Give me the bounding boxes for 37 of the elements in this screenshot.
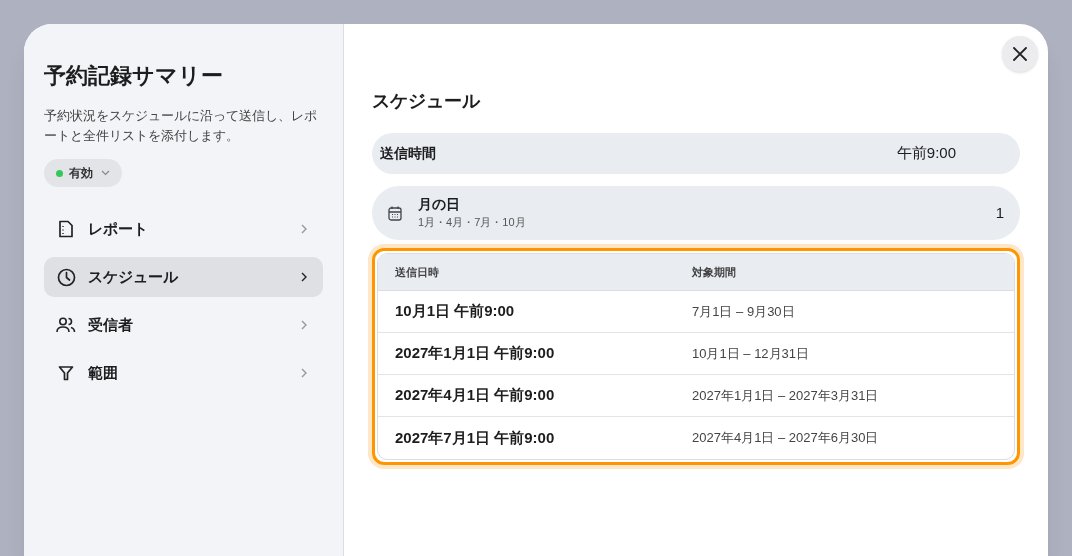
column-header: 対象期間 — [692, 264, 737, 280]
months-text: 1月・4月・7月・10月 — [418, 216, 526, 231]
table-cell-text: 2027年1月1日 – 2027年3月31日 — [692, 386, 880, 405]
close-icon — [1012, 46, 1028, 62]
dialog-title: 予約記録サマリー — [44, 62, 224, 90]
field-value: 1 — [995, 202, 1004, 223]
section-title: スケジュール — [372, 90, 482, 113]
column-header: 送信日時 — [394, 264, 440, 280]
chevron-right-icon — [301, 272, 307, 283]
chevron-right-icon — [301, 368, 307, 379]
field-value: 午前9:00 — [896, 143, 956, 164]
sidebar-item[interactable]: 受信者 — [44, 305, 323, 346]
chevron-right-icon — [301, 320, 307, 331]
table-cell-text: 2027年1月1日 午前9:00 — [394, 343, 556, 364]
table-cell-text: 2027年4月1日 – 2027年6月30日 — [692, 429, 880, 448]
close-button[interactable] — [1002, 36, 1038, 72]
clock-icon — [56, 267, 76, 287]
day-of-month-row[interactable]: 月の日 1月・4月・7月・10月 1 — [372, 186, 1020, 240]
field-label: 送信時間 — [380, 144, 436, 163]
filter-icon — [58, 365, 74, 382]
chevron-down-icon — [101, 170, 110, 177]
sidebar-item[interactable]: レポート — [44, 209, 323, 250]
people-icon — [56, 317, 76, 334]
send-time-row[interactable]: 送信時間 午前9:00 — [372, 133, 1020, 174]
table-cell-text: 2027年4月1日 午前9:00 — [394, 385, 556, 406]
table-cell-text: 10月1日 午前9:00 — [394, 301, 516, 322]
sidebar-item[interactable]: スケジュール — [44, 257, 323, 298]
status-dropdown[interactable]: 有効 — [44, 159, 122, 188]
table-cell-text: 10月1日 – 12月31日 — [692, 344, 811, 363]
sidebar-item[interactable]: 範囲 — [44, 353, 323, 394]
description: 予約状況をスケジュールに沿って送信し、レポートと全件リストを添付します。 — [44, 106, 318, 146]
table-cell-text: 7月1日 – 9月30日 — [692, 302, 796, 321]
field-label: 月の日 — [418, 195, 461, 214]
table-cell-text: 2027年7月1日 午前9:00 — [394, 427, 556, 448]
calendar-icon — [388, 205, 402, 221]
chevron-right-icon — [301, 224, 307, 235]
document-icon — [58, 220, 74, 239]
